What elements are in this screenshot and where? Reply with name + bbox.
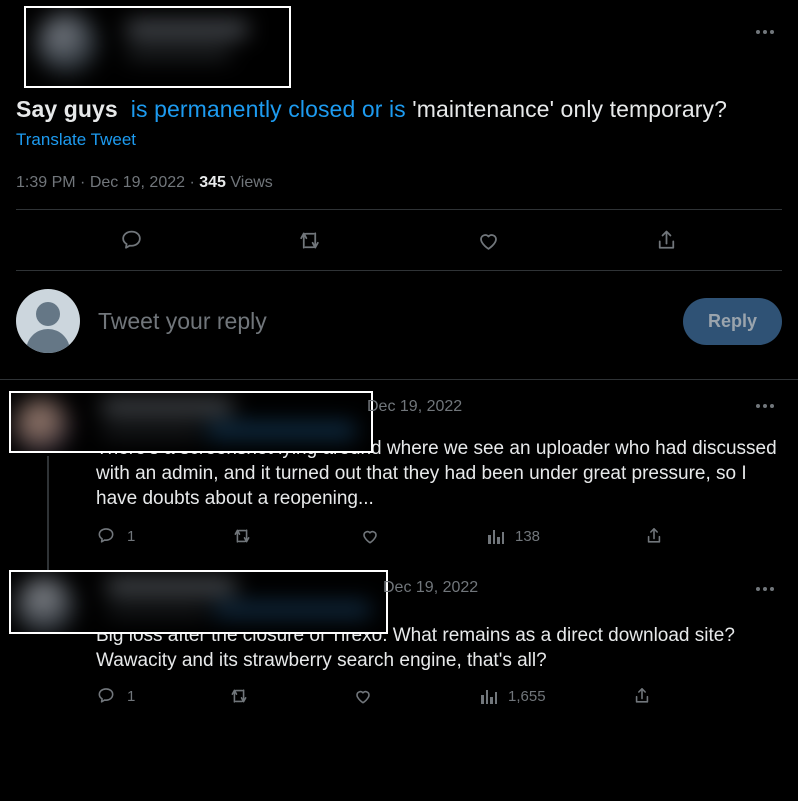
reply-share-button-1[interactable] bbox=[644, 526, 664, 546]
more-horizontal-icon bbox=[756, 404, 774, 408]
tweet-text-link[interactable]: is permanently closed or is bbox=[131, 96, 406, 122]
main-tweet: Say guys is permanently closed or is 'ma… bbox=[0, 0, 798, 271]
share-icon bbox=[644, 526, 664, 546]
display-name-blur bbox=[101, 399, 233, 414]
blur-layer bbox=[11, 393, 371, 451]
tweet-time: 1:39 PM bbox=[16, 174, 76, 191]
reply-composer: Tweet your reply Reply bbox=[0, 271, 798, 379]
reply-icon bbox=[119, 228, 144, 253]
views-count-1: 138 bbox=[515, 527, 541, 545]
like-icon bbox=[353, 686, 373, 706]
avatar-blur bbox=[36, 12, 98, 74]
reply-views-button-2[interactable]: 1,655 bbox=[481, 688, 632, 705]
redacted-author-block-reply-2 bbox=[9, 570, 388, 634]
analytics-icon bbox=[481, 689, 497, 704]
handle-blur bbox=[126, 46, 231, 59]
reply-date-2: Dec 19, 2022 bbox=[383, 579, 479, 596]
reply-count-1: 1 bbox=[127, 527, 136, 545]
reply-more-button-2[interactable] bbox=[748, 579, 782, 599]
main-tweet-more-button[interactable] bbox=[748, 22, 782, 42]
reply-reply-button-1[interactable]: 1 bbox=[96, 526, 232, 546]
analytics-icon bbox=[488, 529, 504, 544]
reply-date-1: Dec 19, 2022 bbox=[367, 398, 463, 415]
retweet-icon bbox=[232, 526, 252, 546]
replying-to-blur bbox=[206, 423, 356, 438]
avatar-blur bbox=[13, 397, 71, 451]
reply-reply-button-2[interactable]: 1 bbox=[96, 686, 229, 706]
reply-icon bbox=[96, 526, 116, 546]
avatar-blur bbox=[15, 576, 75, 632]
tweet-date: Dec 19, 2022 bbox=[89, 174, 186, 191]
more-horizontal-icon bbox=[756, 30, 774, 34]
reply-action-bar-1: 1 138 bbox=[16, 511, 782, 561]
tweet-views-count: 345 bbox=[199, 174, 226, 191]
main-tweet-action-bar bbox=[16, 210, 782, 270]
share-icon bbox=[654, 228, 679, 253]
handle-blur bbox=[106, 604, 208, 616]
redacted-author-block-reply-1 bbox=[9, 391, 373, 453]
avatar-body bbox=[26, 329, 70, 353]
retweet-icon bbox=[297, 228, 322, 253]
avatar-head bbox=[36, 302, 60, 326]
display-name-blur bbox=[106, 578, 236, 594]
main-retweet-button[interactable] bbox=[221, 228, 400, 253]
views-count-2: 1,655 bbox=[508, 687, 546, 705]
reply-header-2: Dec 19, 2022 bbox=[9, 561, 782, 634]
reply-header-1: Dec 19, 2022 bbox=[9, 380, 782, 453]
redacted-author-block-main bbox=[24, 6, 291, 88]
main-like-button[interactable] bbox=[399, 228, 578, 253]
tweet-text-segment-2: 'maintenance' only temporary? bbox=[412, 96, 727, 122]
reply-thread-item-1: Dec 19, 2022 There's a screenshot lying … bbox=[0, 380, 798, 596]
tweet-views-label: Views bbox=[230, 174, 273, 191]
reply-thread-item-2: Dec 19, 2022 Big loss after the closure … bbox=[0, 555, 798, 719]
like-icon bbox=[360, 526, 380, 546]
more-horizontal-icon bbox=[756, 587, 774, 591]
reply-like-button-2[interactable] bbox=[353, 686, 481, 706]
retweet-icon bbox=[229, 686, 249, 706]
reply-like-button-1[interactable] bbox=[360, 526, 488, 546]
reply-submit-button[interactable]: Reply bbox=[682, 297, 782, 345]
default-avatar-icon bbox=[16, 289, 80, 353]
reply-count-2: 1 bbox=[127, 687, 136, 705]
reply-retweet-button-1[interactable] bbox=[232, 526, 360, 546]
translate-tweet-link[interactable]: Translate Tweet bbox=[16, 129, 136, 151]
main-share-button[interactable] bbox=[578, 228, 757, 253]
replying-to-blur bbox=[213, 602, 371, 617]
like-icon bbox=[476, 228, 501, 253]
reply-icon bbox=[96, 686, 116, 706]
main-reply-button[interactable] bbox=[42, 228, 221, 253]
handle-blur bbox=[101, 425, 201, 437]
reply-action-bar-2: 1 1,655 bbox=[16, 673, 782, 719]
reply-views-button-1[interactable]: 138 bbox=[488, 528, 644, 545]
tweet-text-segment-1: Say guys bbox=[16, 96, 118, 122]
display-name-blur bbox=[126, 21, 248, 37]
reply-more-button-1[interactable] bbox=[748, 396, 782, 416]
meta-dot-2: · bbox=[189, 174, 195, 191]
divider-below-actions bbox=[16, 270, 782, 271]
main-tweet-metadata: 1:39 PM · Dec 19, 2022 · 345 Views bbox=[16, 174, 782, 192]
reply-input[interactable]: Tweet your reply bbox=[98, 308, 665, 335]
blur-layer bbox=[11, 572, 386, 632]
main-tweet-header bbox=[16, 0, 782, 92]
reply-share-button-2[interactable] bbox=[632, 686, 652, 706]
blur-layer bbox=[26, 8, 289, 86]
reply-retweet-button-2[interactable] bbox=[229, 686, 353, 706]
share-icon bbox=[632, 686, 652, 706]
meta-dot-1: · bbox=[80, 174, 86, 191]
main-tweet-text: Say guys is permanently closed or is 'ma… bbox=[16, 92, 782, 124]
